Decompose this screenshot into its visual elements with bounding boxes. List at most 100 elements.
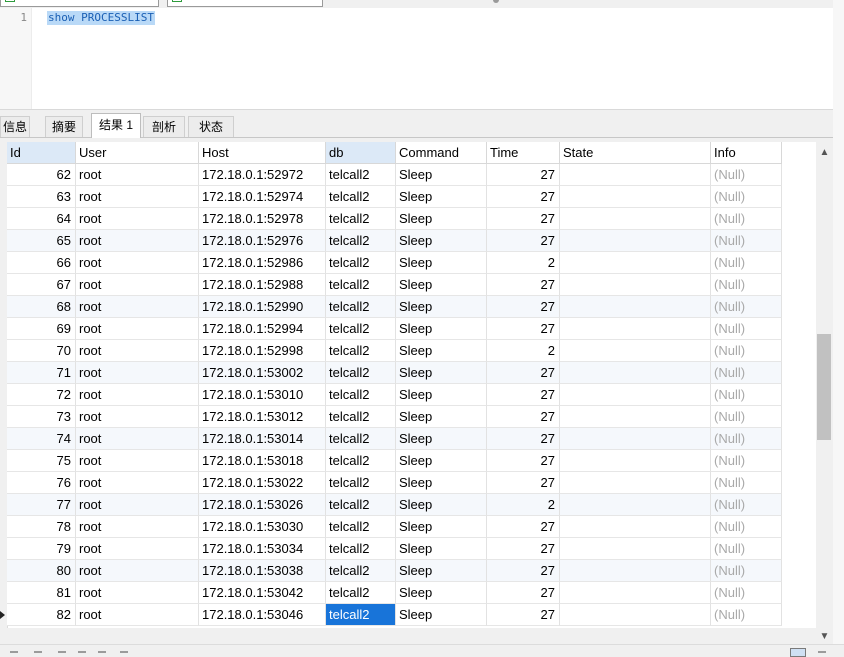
cell-host[interactable]: 172.18.0.1:53010 [199, 384, 326, 406]
cell-db[interactable]: telcall2 [326, 406, 396, 428]
cell-state[interactable] [560, 384, 711, 406]
cell-db[interactable]: telcall2 [326, 164, 396, 186]
cell-id[interactable]: 79 [7, 538, 76, 560]
cell-user[interactable]: root [76, 428, 199, 450]
column-header-command[interactable]: Command [396, 142, 487, 164]
cell-command[interactable]: Sleep [396, 384, 487, 406]
cell-db[interactable]: telcall2 [326, 384, 396, 406]
cell-info[interactable]: (Null) [711, 516, 782, 538]
cell-time[interactable]: 27 [487, 164, 560, 186]
cell-host[interactable]: 172.18.0.1:52974 [199, 186, 326, 208]
cell-db[interactable]: telcall2 [326, 604, 396, 626]
cell-state[interactable] [560, 406, 711, 428]
apply-icon[interactable] [58, 651, 66, 657]
tab-status[interactable]: 状态 [188, 116, 234, 137]
cell-time[interactable]: 27 [487, 406, 560, 428]
grid-view-icon[interactable] [790, 648, 806, 657]
cell-db[interactable]: telcall2 [326, 582, 396, 604]
cell-command[interactable]: Sleep [396, 318, 487, 340]
column-header-state[interactable]: State [560, 142, 711, 164]
cell-info[interactable]: (Null) [711, 472, 782, 494]
cell-info[interactable]: (Null) [711, 384, 782, 406]
tab-summary[interactable]: 摘要 [45, 116, 83, 137]
cell-command[interactable]: Sleep [396, 516, 487, 538]
cell-user[interactable]: root [76, 494, 199, 516]
cell-info[interactable]: (Null) [711, 538, 782, 560]
cell-host[interactable]: 172.18.0.1:53018 [199, 450, 326, 472]
cell-state[interactable] [560, 494, 711, 516]
cell-info[interactable]: (Null) [711, 252, 782, 274]
cell-user[interactable]: root [76, 538, 199, 560]
add-record-icon[interactable] [10, 651, 18, 657]
cell-user[interactable]: root [76, 296, 199, 318]
cell-command[interactable]: Sleep [396, 274, 487, 296]
refresh-icon[interactable] [98, 651, 106, 657]
table-row[interactable]: 63 root 172.18.0.1:52974 telcall2 Sleep 27 (Nu… [0, 186, 782, 208]
cell-info[interactable]: (Null) [711, 164, 782, 186]
cell-user[interactable]: root [76, 340, 199, 362]
cell-id[interactable]: 81 [7, 582, 76, 604]
column-header-host[interactable]: Host [199, 142, 326, 164]
cell-time[interactable]: 27 [487, 582, 560, 604]
table-row[interactable]: 70 root 172.18.0.1:52998 telcall2 Sleep 2 (Nul… [0, 340, 782, 362]
table-row[interactable]: 78 root 172.18.0.1:53030 telcall2 Sleep 27 (Nu… [0, 516, 782, 538]
form-view-icon[interactable] [818, 651, 826, 657]
cell-id[interactable]: 67 [7, 274, 76, 296]
cell-user[interactable]: root [76, 362, 199, 384]
table-row[interactable]: 72 root 172.18.0.1:53010 telcall2 Sleep 27 (Nu… [0, 384, 782, 406]
cell-host[interactable]: 172.18.0.1:53012 [199, 406, 326, 428]
cell-db[interactable]: telcall2 [326, 186, 396, 208]
cell-host[interactable]: 172.18.0.1:52976 [199, 230, 326, 252]
cell-host[interactable]: 172.18.0.1:52988 [199, 274, 326, 296]
cell-db[interactable]: telcall2 [326, 274, 396, 296]
cell-id[interactable]: 72 [7, 384, 76, 406]
cell-state[interactable] [560, 164, 711, 186]
sql-editor[interactable]: 1 show PROCESSLIST [0, 8, 833, 110]
cell-command[interactable]: Sleep [396, 164, 487, 186]
cell-state[interactable] [560, 538, 711, 560]
tab-info[interactable]: 信息 [0, 116, 30, 137]
cell-host[interactable]: 172.18.0.1:52978 [199, 208, 326, 230]
scroll-up-icon[interactable]: ▲ [816, 144, 833, 161]
cell-command[interactable]: Sleep [396, 494, 487, 516]
cell-state[interactable] [560, 274, 711, 296]
cell-host[interactable]: 172.18.0.1:53014 [199, 428, 326, 450]
cell-db[interactable]: telcall2 [326, 208, 396, 230]
cell-info[interactable]: (Null) [711, 186, 782, 208]
cell-command[interactable]: Sleep [396, 582, 487, 604]
table-row[interactable]: 75 root 172.18.0.1:53018 telcall2 Sleep 27 (Nu… [0, 450, 782, 472]
cell-state[interactable] [560, 582, 711, 604]
cell-info[interactable]: (Null) [711, 340, 782, 362]
cell-user[interactable]: root [76, 450, 199, 472]
column-header-db[interactable]: db [326, 142, 396, 164]
cell-time[interactable]: 27 [487, 450, 560, 472]
cell-command[interactable]: Sleep [396, 450, 487, 472]
cell-time[interactable]: 27 [487, 560, 560, 582]
cell-info[interactable]: (Null) [711, 362, 782, 384]
cell-info[interactable]: (Null) [711, 406, 782, 428]
cell-time[interactable]: 27 [487, 428, 560, 450]
cell-host[interactable]: 172.18.0.1:53026 [199, 494, 326, 516]
cell-db[interactable]: telcall2 [326, 340, 396, 362]
cell-user[interactable]: root [76, 472, 199, 494]
table-row[interactable]: 80 root 172.18.0.1:53038 telcall2 Sleep 27 (Nu… [0, 560, 782, 582]
cell-info[interactable]: (Null) [711, 296, 782, 318]
cell-info[interactable]: (Null) [711, 274, 782, 296]
cell-time[interactable]: 27 [487, 186, 560, 208]
cell-id[interactable]: 77 [7, 494, 76, 516]
cell-host[interactable]: 172.18.0.1:53030 [199, 516, 326, 538]
cell-time[interactable]: 27 [487, 604, 560, 626]
cell-command[interactable]: Sleep [396, 428, 487, 450]
cell-time[interactable]: 27 [487, 362, 560, 384]
cell-db[interactable]: telcall2 [326, 538, 396, 560]
cell-host[interactable]: 172.18.0.1:53002 [199, 362, 326, 384]
cell-host[interactable]: 172.18.0.1:52994 [199, 318, 326, 340]
cell-user[interactable]: root [76, 604, 199, 626]
cell-time[interactable]: 27 [487, 296, 560, 318]
table-row[interactable]: 68 root 172.18.0.1:52990 telcall2 Sleep 27 (Nu… [0, 296, 782, 318]
cell-time[interactable]: 27 [487, 274, 560, 296]
cell-command[interactable]: Sleep [396, 208, 487, 230]
table-row[interactable]: 73 root 172.18.0.1:53012 telcall2 Sleep 27 (Nu… [0, 406, 782, 428]
cell-user[interactable]: root [76, 384, 199, 406]
cell-user[interactable]: root [76, 208, 199, 230]
